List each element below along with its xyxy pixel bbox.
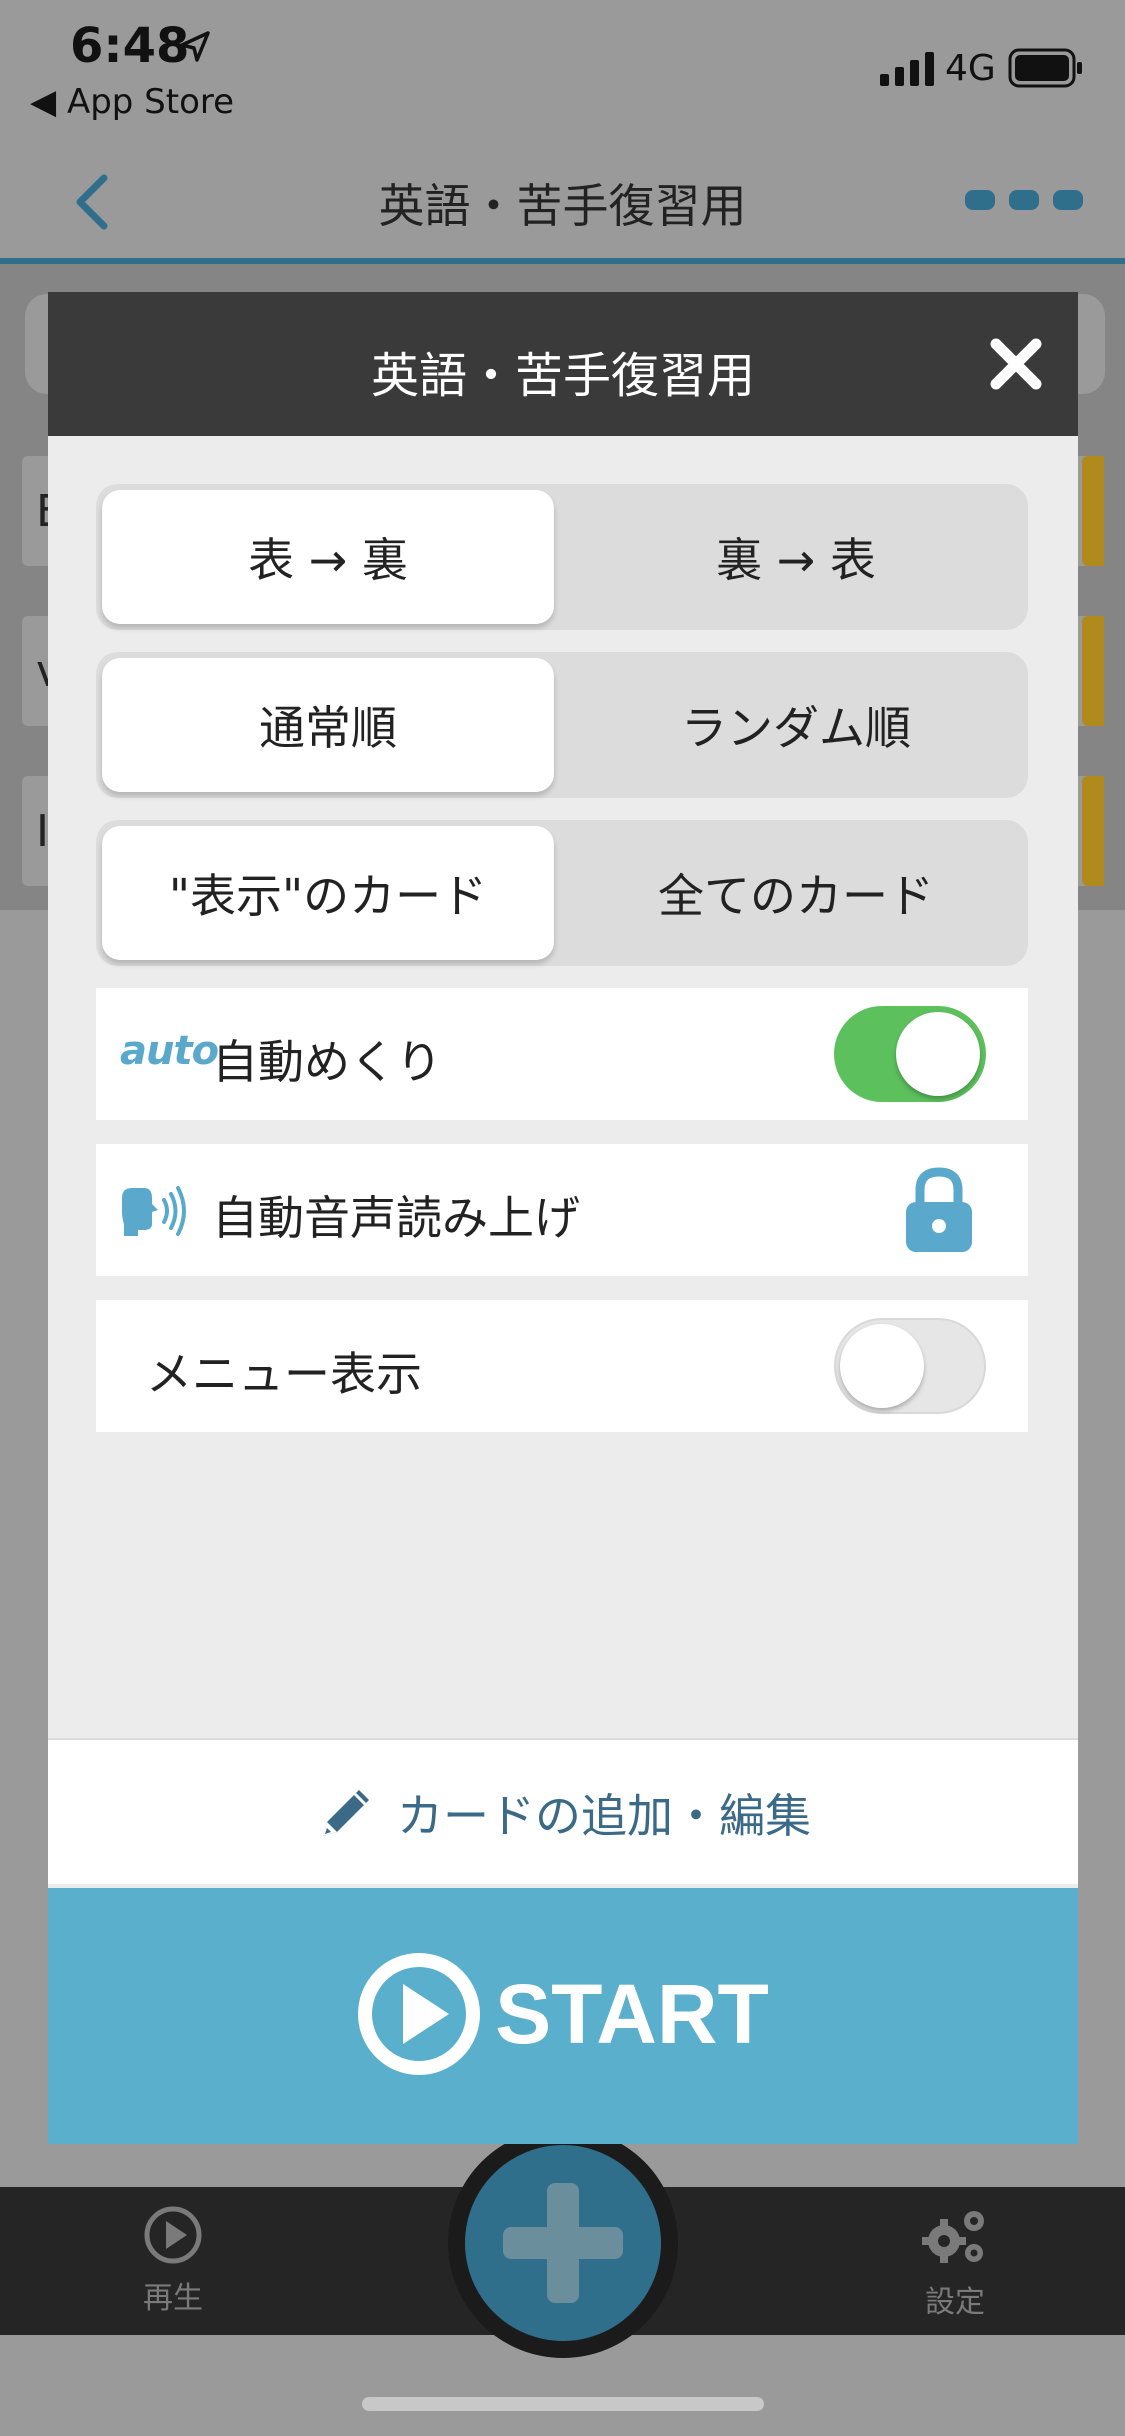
segment-random-order[interactable]: ランダム順 — [570, 658, 1022, 792]
cellular-signal-icon — [880, 52, 934, 86]
auto-speech-label: 自動音声読み上げ — [212, 1191, 580, 1245]
start-button[interactable]: START — [48, 1888, 1078, 2144]
back-to-app-store-link[interactable]: ◀ App Store — [30, 82, 234, 122]
add-edit-cards-label: カードの追加・編集 — [397, 1789, 811, 1843]
tab-play[interactable]: 再生 — [138, 2205, 208, 2317]
speaking-head-icon — [122, 1186, 186, 1236]
modal-header: 英語・苦手復習用 — [48, 292, 1078, 436]
nav-bar: 英語・苦手復習用 — [0, 140, 1125, 264]
network-type: 4G — [945, 48, 996, 89]
order-segmented-control: 通常順 ランダム順 — [96, 652, 1028, 798]
status-time: 6:48 — [70, 18, 190, 74]
segment-back-to-front[interactable]: 裏 → 表 — [570, 490, 1022, 624]
close-icon[interactable] — [988, 336, 1044, 392]
playback-settings-modal: 英語・苦手復習用 表 → 裏 裏 → 表 通常順 ランダム順 "表示"のカード … — [48, 292, 1078, 2144]
cards-segmented-control: "表示"のカード 全てのカード — [96, 820, 1028, 966]
more-options-icon[interactable] — [965, 188, 1083, 212]
add-button[interactable] — [465, 2145, 661, 2341]
battery-icon — [1008, 48, 1082, 88]
location-arrow-icon — [180, 31, 210, 62]
segment-shown-cards[interactable]: "表示"のカード — [102, 826, 554, 960]
segment-all-cards[interactable]: 全てのカード — [570, 826, 1022, 960]
menu-display-row: メニュー表示 — [96, 1300, 1028, 1432]
auto-flip-toggle[interactable] — [834, 1006, 986, 1102]
menu-display-label: メニュー表示 — [146, 1347, 422, 1401]
lock-icon[interactable] — [904, 1166, 974, 1254]
play-circle-icon — [144, 2206, 202, 2264]
auto-icon: auto — [120, 1028, 219, 1074]
auto-speech-row: 自動音声読み上げ — [96, 1144, 1028, 1276]
tab-settings-label: 設定 — [925, 2285, 985, 2320]
direction-segmented-control: 表 → 裏 裏 → 表 — [96, 484, 1028, 630]
segment-normal-order[interactable]: 通常順 — [102, 658, 554, 792]
modal-title: 英語・苦手復習用 — [370, 348, 755, 404]
gears-icon — [922, 2211, 984, 2263]
nav-title: 英語・苦手復習用 — [378, 179, 747, 233]
play-circle-icon — [358, 1953, 481, 2075]
tab-settings[interactable]: 設定 — [915, 2205, 995, 2321]
add-edit-cards-button[interactable]: カードの追加・編集 — [48, 1738, 1078, 1884]
auto-flip-row: auto 自動めくり — [96, 988, 1028, 1120]
menu-display-toggle[interactable] — [834, 1318, 986, 1414]
auto-flip-label: 自動めくり — [212, 1035, 442, 1089]
start-label: START — [495, 1966, 769, 2061]
pencil-icon — [323, 1790, 369, 1836]
plus-icon — [503, 2183, 623, 2303]
status-bar: 6:48 ◀ App Store 4G — [0, 0, 1125, 140]
tab-play-label: 再生 — [143, 2281, 203, 2316]
segment-front-to-back[interactable]: 表 → 裏 — [102, 490, 554, 624]
home-indicator — [362, 2397, 764, 2411]
